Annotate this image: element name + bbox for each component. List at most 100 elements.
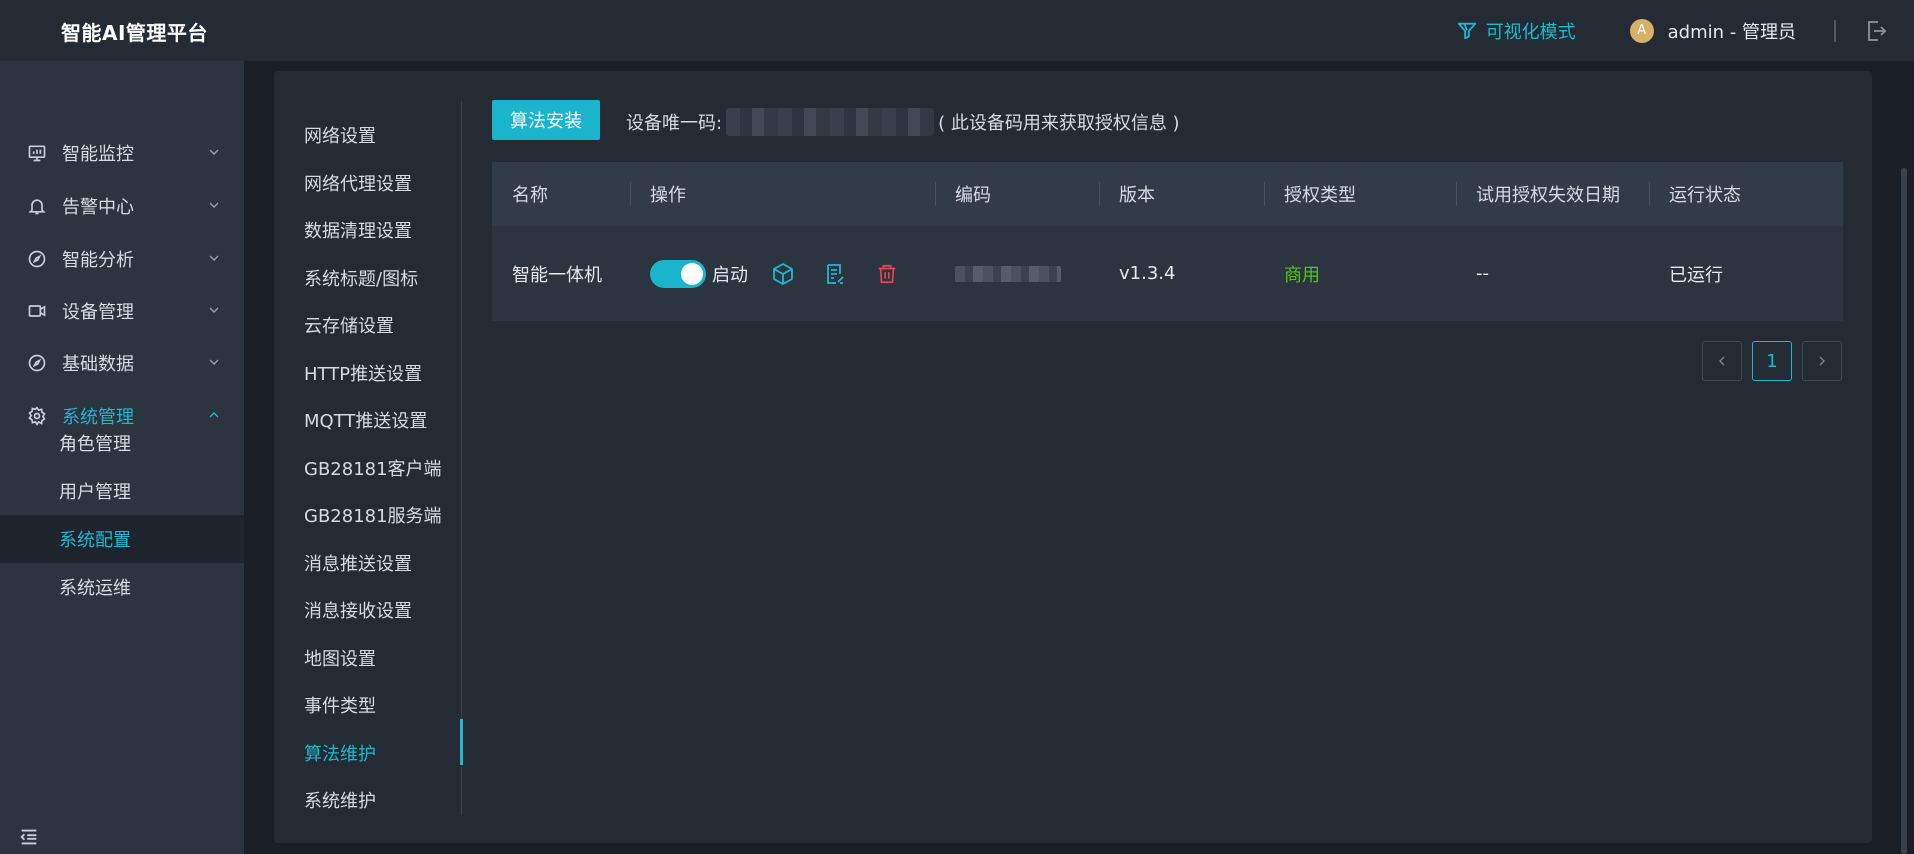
sidebar-item-label: 告警中心 — [62, 197, 134, 218]
chevron-right-icon — [1819, 356, 1825, 366]
cell-version: v1.3.4 — [1119, 263, 1176, 284]
compass-icon — [26, 352, 48, 374]
algorithm-table: 名称 操作 编码 版本 授权类型 试用授权失效日期 运行状态 智能一体机 启动 — [492, 162, 1843, 321]
cell-actions: 启动 — [650, 226, 900, 321]
settings-item-system-title[interactable]: 系统标题/图标 — [304, 265, 418, 291]
sidebar-subitem-system-config[interactable]: 系统配置 — [0, 515, 244, 563]
column-separator — [1099, 182, 1100, 206]
sidebar-item-smart-analysis[interactable]: 智能分析 — [0, 236, 244, 282]
column-header-license-type: 授权类型 — [1284, 185, 1356, 206]
device-code-note: ( 此设备码用来获取授权信息 ) — [938, 113, 1180, 134]
device-code-info: 设备唯一码: ( 此设备码用来获取授权信息 ) — [626, 108, 1180, 136]
active-menu-indicator — [460, 719, 463, 765]
settings-item-system-maintenance[interactable]: 系统维护 — [304, 787, 376, 813]
column-header-code: 编码 — [955, 185, 991, 206]
sidebar-item-smart-monitoring[interactable]: 智能监控 — [0, 130, 244, 176]
settings-item-gb28181-server[interactable]: GB28181服务端 — [304, 502, 442, 528]
start-toggle[interactable] — [650, 259, 706, 288]
compass-icon — [26, 248, 48, 270]
prev-page-button[interactable] — [1702, 341, 1742, 381]
sidebar-subitem-label: 角色管理 — [59, 434, 131, 455]
sidebar-subitem-role-management[interactable]: 角色管理 — [0, 419, 244, 467]
sidebar-item-alarm-center[interactable]: 告警中心 — [0, 183, 244, 229]
user-menu[interactable]: A admin - 管理员 — [1629, 18, 1796, 44]
sidebar: 智能监控 告警中心 智能分析 设备管理 基础数据 系统管理 角色管理 用户管理 … — [0, 61, 244, 854]
sidebar-item-label: 智能分析 — [62, 250, 134, 271]
column-header-trial-expiry: 试用授权失效日期 — [1476, 185, 1620, 206]
top-bar: 智能AI管理平台 可视化模式 A admin - 管理员 — [0, 0, 1914, 61]
cell-status: 已运行 — [1669, 264, 1723, 286]
user-name: admin - 管理员 — [1667, 21, 1796, 43]
settings-item-network[interactable]: 网络设置 — [304, 122, 376, 148]
page-button-current[interactable]: 1 — [1752, 341, 1792, 381]
settings-item-data-cleanup[interactable]: 数据清理设置 — [304, 217, 412, 243]
cell-name: 智能一体机 — [512, 264, 602, 286]
edit-document-icon[interactable] — [822, 261, 848, 287]
settings-item-map[interactable]: 地图设置 — [304, 645, 376, 671]
column-header-status: 运行状态 — [1669, 185, 1741, 206]
chevron-left-icon — [1719, 356, 1725, 366]
column-header-version: 版本 — [1119, 185, 1155, 206]
settings-item-gb28181-client[interactable]: GB28181客户端 — [304, 455, 442, 481]
chevron-down-icon — [209, 255, 219, 261]
sidebar-item-device-management[interactable]: 设备管理 — [0, 288, 244, 334]
cell-trial-expiry: -- — [1476, 263, 1489, 284]
cell-code — [955, 226, 1061, 321]
settings-item-network-proxy[interactable]: 网络代理设置 — [304, 170, 412, 196]
logout-icon[interactable] — [1864, 19, 1888, 43]
column-separator — [1649, 182, 1650, 206]
header-divider — [1834, 19, 1836, 42]
settings-item-message-push[interactable]: 消息推送设置 — [304, 550, 412, 576]
column-header-actions: 操作 — [650, 185, 686, 206]
settings-item-cloud-storage[interactable]: 云存储设置 — [304, 312, 394, 338]
code-value-redacted — [955, 265, 1061, 282]
column-separator — [1264, 182, 1265, 206]
settings-item-message-receive[interactable]: 消息接收设置 — [304, 597, 412, 623]
sidebar-item-label: 基础数据 — [62, 354, 134, 375]
app-title: 智能AI管理平台 — [61, 21, 208, 45]
avatar: A — [1629, 18, 1654, 43]
table-row: 智能一体机 启动 v1.3.4 商用 -- 已运行 — [492, 226, 1843, 321]
main-panel: 网络设置 网络代理设置 数据清理设置 系统标题/图标 云存储设置 HTTP推送设… — [274, 71, 1872, 843]
header-actions: 可视化模式 A admin - 管理员 — [1456, 0, 1888, 61]
cube-icon[interactable] — [770, 261, 796, 287]
settings-item-http-push[interactable]: HTTP推送设置 — [304, 360, 422, 386]
sidebar-subitem-label: 系统运维 — [59, 578, 131, 599]
visualization-mode-button[interactable]: 可视化模式 — [1456, 18, 1576, 44]
settings-menu: 网络设置 网络代理设置 数据清理设置 系统标题/图标 云存储设置 HTTP推送设… — [274, 101, 463, 815]
bell-icon — [26, 195, 48, 217]
trash-icon[interactable] — [874, 261, 900, 287]
chevron-down-icon — [209, 149, 219, 155]
device-code-label: 设备唯一码: — [626, 113, 723, 134]
chevron-down-icon — [209, 359, 219, 365]
chevron-down-icon — [209, 307, 219, 313]
sidebar-subitem-system-ops[interactable]: 系统运维 — [0, 563, 244, 611]
settings-item-mqtt-push[interactable]: MQTT推送设置 — [304, 407, 427, 433]
column-separator — [630, 182, 631, 206]
sidebar-item-basic-data[interactable]: 基础数据 — [0, 340, 244, 386]
device-code-value-redacted — [726, 108, 935, 136]
cell-license-type: 商用 — [1284, 264, 1320, 286]
sidebar-subitem-label: 系统配置 — [59, 530, 131, 551]
column-separator — [1456, 182, 1457, 206]
settings-item-event-type[interactable]: 事件类型 — [304, 692, 376, 718]
visualization-mode-label: 可视化模式 — [1485, 21, 1576, 43]
chevron-down-icon — [209, 202, 219, 208]
sidebar-item-label: 设备管理 — [62, 302, 134, 323]
funnel-icon — [1457, 22, 1476, 39]
table-header: 名称 操作 编码 版本 授权类型 试用授权失效日期 运行状态 — [492, 162, 1843, 226]
next-page-button[interactable] — [1802, 341, 1842, 381]
pagination: 1 — [1702, 341, 1842, 381]
column-header-name: 名称 — [512, 185, 548, 206]
algorithm-install-button[interactable]: 算法安装 — [492, 100, 600, 140]
monitor-icon — [26, 142, 48, 164]
column-separator — [935, 182, 936, 206]
sidebar-item-label: 智能监控 — [62, 144, 134, 165]
page-scrollbar[interactable] — [1901, 168, 1907, 854]
sidebar-subitem-user-management[interactable]: 用户管理 — [0, 467, 244, 515]
camera-icon — [26, 300, 48, 322]
sidebar-subitem-label: 用户管理 — [59, 482, 131, 503]
start-toggle-label: 启动 — [712, 264, 748, 286]
collapse-sidebar-icon[interactable] — [18, 826, 40, 848]
settings-item-algorithm-maintenance[interactable]: 算法维护 — [304, 740, 376, 766]
